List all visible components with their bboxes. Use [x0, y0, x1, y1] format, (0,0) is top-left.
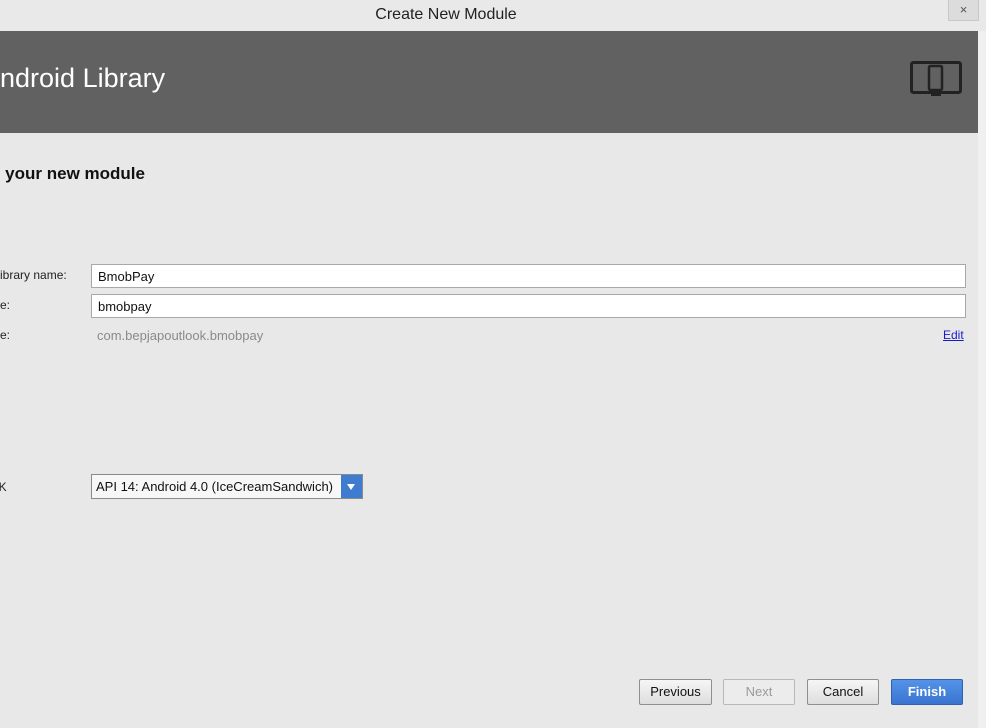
device-icon [910, 61, 962, 96]
window-edge [978, 31, 986, 728]
banner-title: Android Library [0, 63, 166, 93]
min-sdk-label: DK [0, 480, 7, 494]
library-name-input[interactable] [91, 264, 966, 288]
library-name-label: /Library name: [0, 268, 67, 282]
module-name-input[interactable] [91, 294, 966, 318]
finish-button[interactable]: Finish [891, 679, 963, 705]
cancel-button[interactable]: Cancel [807, 679, 879, 705]
title-bar: Create New Module × [0, 0, 986, 31]
edit-package-link[interactable]: Edit [943, 328, 964, 342]
window-title: Create New Module [375, 6, 517, 23]
chevron-down-icon[interactable] [341, 475, 362, 498]
next-button[interactable]: Next [723, 679, 795, 705]
min-sdk-selected-value: API 14: Android 4.0 (IceCreamSandwich) [96, 479, 334, 494]
section-heading: e your new module [0, 164, 145, 183]
close-button[interactable]: × [948, 0, 979, 21]
module-name-label: me: [0, 298, 11, 312]
header-banner: Android Library [0, 31, 978, 133]
package-name-value: com.bepjapoutlook.bmobpay [97, 328, 264, 343]
min-sdk-dropdown[interactable]: API 14: Android 4.0 (IceCreamSandwich) [91, 474, 363, 499]
bottom-edge [0, 718, 978, 728]
create-module-dialog: Create New Module × Android Library e yo… [0, 0, 986, 728]
previous-button[interactable]: Previous [639, 679, 712, 705]
package-name-label: me: [0, 328, 11, 342]
